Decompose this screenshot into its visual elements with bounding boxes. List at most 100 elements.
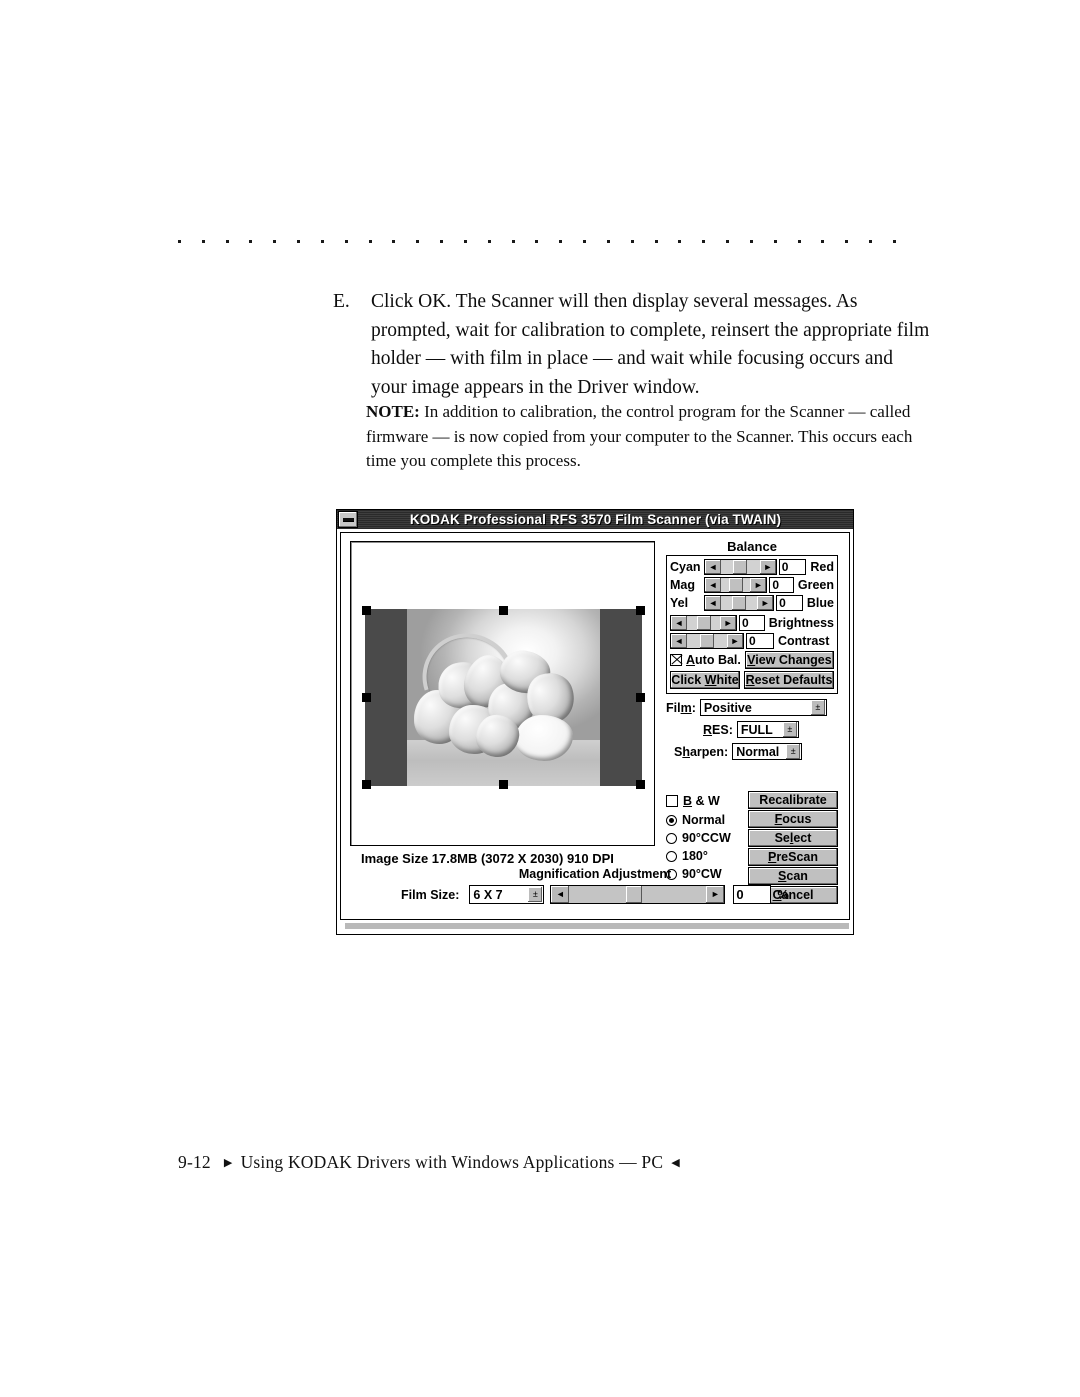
- slider-thumb[interactable]: [733, 560, 748, 574]
- auto-bal-label: Auto Bal.: [686, 653, 741, 667]
- arrow-left-icon[interactable]: ◄: [671, 616, 687, 630]
- controls-column: Balance Cyan ◄ ► 0 Red Mag ◄ ► 0 Green Y…: [666, 539, 838, 760]
- arrow-right-icon[interactable]: ►: [757, 596, 774, 610]
- film-size-label: Film Size:: [401, 887, 460, 902]
- radio-180[interactable]: 180°: [666, 847, 742, 865]
- auto-bal-row: Auto Bal. View Changes: [670, 651, 834, 669]
- arrow-right-icon[interactable]: ►: [727, 634, 743, 648]
- radio-unselected-icon[interactable]: [666, 832, 677, 844]
- minimize-icon[interactable]: [338, 511, 358, 528]
- footer-title: Using KODAK Drivers with Windows Applica…: [240, 1152, 664, 1172]
- arrow-left-icon[interactable]: ◄: [671, 634, 687, 648]
- arrow-right-icon[interactable]: ►: [720, 616, 737, 630]
- select-button[interactable]: Select: [748, 829, 838, 847]
- res-label: RES:: [703, 722, 733, 737]
- slider-thumb[interactable]: [732, 596, 747, 610]
- radio-normal[interactable]: Normal: [666, 811, 742, 829]
- checkbox-checked-icon[interactable]: [670, 654, 682, 666]
- selection-handle[interactable]: [362, 693, 371, 702]
- sharpen-label: Sharpen:: [674, 744, 729, 759]
- arrow-left-icon[interactable]: ◄: [551, 886, 570, 903]
- balance-row-yel-blue: Yel ◄ ► 0 Blue: [670, 595, 834, 611]
- brightness-row: ◄ ► 0 Brightness: [670, 615, 834, 631]
- slider-thumb[interactable]: [696, 616, 711, 630]
- contrast-row: ◄ ► 0 Contrast: [670, 633, 834, 649]
- balance-group: Cyan ◄ ► 0 Red Mag ◄ ► 0 Green Yel ◄ ► 0…: [666, 555, 838, 694]
- balance-row-mag-green: Mag ◄ ► 0 Green: [670, 577, 834, 593]
- slider-thumb[interactable]: [625, 886, 642, 903]
- page-footer: 9-12 ▶ Using KODAK Drivers with Windows …: [178, 1152, 680, 1173]
- view-changes-button[interactable]: View Changes: [744, 651, 834, 669]
- right-triangle-icon: ◀: [671, 1157, 680, 1169]
- slider-trough[interactable]: [721, 578, 751, 592]
- preview-thumbnail[interactable]: [365, 609, 642, 786]
- step-letter: E.: [333, 291, 350, 312]
- note-label: NOTE:: [366, 402, 420, 421]
- arrow-right-icon[interactable]: ►: [759, 560, 776, 574]
- chevron-down-icon[interactable]: ±: [782, 722, 797, 737]
- selection-handle[interactable]: [636, 693, 645, 702]
- slider-trough[interactable]: [569, 886, 707, 903]
- instruction-step: E. Click OK. The Scanner will then displ…: [333, 288, 933, 402]
- mag-green-slider[interactable]: ◄ ►: [704, 577, 768, 593]
- slider-trough[interactable]: [687, 634, 727, 648]
- selection-handle[interactable]: [499, 780, 508, 789]
- bw-checkbox[interactable]: B & W: [666, 791, 742, 811]
- slider-thumb[interactable]: [700, 634, 714, 648]
- selection-handle[interactable]: [499, 606, 508, 615]
- slider-trough[interactable]: [721, 596, 758, 610]
- chevron-down-icon[interactable]: ±: [810, 700, 825, 715]
- magnification-value[interactable]: 0: [733, 885, 772, 904]
- white-defaults-row: Click White Reset Defaults: [670, 671, 834, 689]
- arrow-left-icon[interactable]: ◄: [705, 578, 721, 592]
- slider-trough[interactable]: [721, 560, 760, 574]
- arrow-left-icon[interactable]: ◄: [705, 596, 721, 610]
- selection-handle[interactable]: [362, 606, 371, 615]
- percent-label: %: [777, 887, 789, 902]
- reset-defaults-button[interactable]: Reset Defaults: [744, 671, 834, 689]
- radio-selected-icon[interactable]: [666, 814, 677, 826]
- brightness-value[interactable]: 0: [739, 615, 765, 631]
- slider-thumb[interactable]: [728, 578, 743, 592]
- balance-left-label: Mag: [670, 578, 695, 592]
- magnification-slider[interactable]: ◄ ►: [550, 885, 726, 904]
- contrast-slider[interactable]: ◄ ►: [670, 633, 744, 649]
- magnification-row: Film Size: 6 X 7 ± ◄ ► 0 %: [341, 885, 849, 904]
- chevron-down-icon[interactable]: ±: [786, 744, 801, 759]
- yel-blue-value[interactable]: 0: [776, 595, 803, 611]
- preview-selection[interactable]: [362, 606, 645, 789]
- mag-green-value[interactable]: 0: [769, 577, 794, 593]
- page-number: 9-12: [178, 1152, 211, 1172]
- selection-handle[interactable]: [362, 780, 371, 789]
- sharpen-select[interactable]: Normal ±: [732, 743, 803, 760]
- slider-trough[interactable]: [687, 616, 721, 630]
- arrow-right-icon[interactable]: ►: [750, 578, 767, 592]
- selection-handle[interactable]: [636, 780, 645, 789]
- prescan-button[interactable]: PreScan: [748, 848, 838, 866]
- cyan-red-slider[interactable]: ◄ ►: [704, 559, 777, 575]
- film-select[interactable]: Positive ±: [699, 699, 827, 716]
- balance-right-label: Green: [797, 578, 834, 592]
- recalibrate-button[interactable]: Recalibrate: [748, 791, 838, 809]
- radio-label: 90°CCW: [682, 831, 731, 845]
- auto-bal-checkbox[interactable]: Auto Bal.: [670, 653, 741, 667]
- checkbox-unchecked-icon[interactable]: [666, 795, 678, 807]
- bw-label: B & W: [683, 794, 720, 808]
- cyan-red-value[interactable]: 0: [778, 559, 807, 575]
- title-bar[interactable]: KODAK Professional RFS 3570 Film Scanner…: [337, 510, 853, 529]
- chevron-down-icon[interactable]: ±: [528, 887, 543, 902]
- preview-pane[interactable]: [350, 541, 655, 846]
- film-size-select[interactable]: 6 X 7 ±: [469, 885, 545, 904]
- arrow-left-icon[interactable]: ◄: [705, 560, 721, 574]
- radio-90ccw[interactable]: 90°CCW: [666, 829, 742, 847]
- contrast-label: Contrast: [778, 634, 830, 648]
- res-select[interactable]: FULL ±: [736, 721, 799, 738]
- click-white-button[interactable]: Click White: [670, 671, 740, 689]
- yel-blue-slider[interactable]: ◄ ►: [704, 595, 775, 611]
- brightness-slider[interactable]: ◄ ►: [670, 615, 738, 631]
- arrow-right-icon[interactable]: ►: [706, 886, 725, 903]
- radio-unselected-icon[interactable]: [666, 850, 677, 862]
- focus-button[interactable]: Focus: [748, 810, 838, 828]
- contrast-value[interactable]: 0: [746, 633, 774, 649]
- selection-handle[interactable]: [636, 606, 645, 615]
